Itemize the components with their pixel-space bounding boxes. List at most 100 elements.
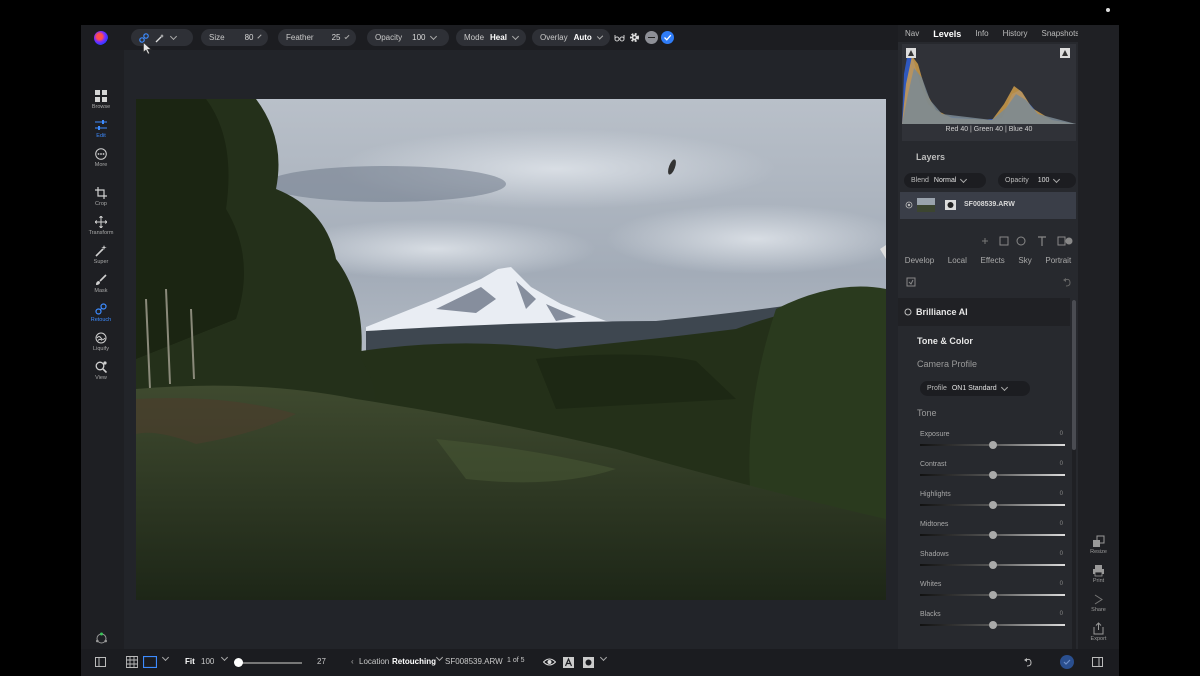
- thumbnail-size-slider[interactable]: [238, 662, 302, 664]
- eye-icon[interactable]: [905, 201, 913, 209]
- slider-knob[interactable]: [988, 531, 997, 539]
- sidebar-item-retouch[interactable]: Retouch: [81, 303, 121, 323]
- slider-blacks[interactable]: Blacks 0: [920, 611, 1065, 633]
- slider-knob[interactable]: [988, 471, 997, 479]
- tab-local[interactable]: Local: [948, 256, 967, 270]
- camera-profile-title[interactable]: Camera Profile: [917, 359, 977, 369]
- chevron-down-icon[interactable]: [599, 653, 608, 662]
- sidebar-item-more[interactable]: More: [81, 148, 121, 168]
- sidebar-item-view[interactable]: View: [81, 361, 121, 381]
- sidebar-item-crop[interactable]: Crop: [81, 187, 121, 207]
- tab-develop[interactable]: Develop: [905, 256, 934, 270]
- print-button[interactable]: Print: [1078, 564, 1119, 584]
- slider-knob[interactable]: [988, 591, 997, 599]
- panel-scrollbar[interactable]: [1072, 300, 1076, 649]
- toggle-left-panel-icon[interactable]: [95, 657, 106, 667]
- sidebar-item-mask[interactable]: Mask: [81, 274, 121, 294]
- profile-select[interactable]: Profile ON1 Standard: [920, 381, 1030, 396]
- slider-track[interactable]: [920, 501, 1065, 509]
- brilliance-ai-row[interactable]: Brilliance AI: [898, 298, 1070, 326]
- scrollbar-thumb[interactable]: [1072, 300, 1076, 450]
- slider-highlights[interactable]: Highlights 0: [920, 491, 1065, 513]
- slider-value: 0: [1059, 551, 1063, 557]
- slider-shadows[interactable]: Shadows 0: [920, 551, 1065, 573]
- power-icon[interactable]: [906, 277, 916, 287]
- grid-view-icon[interactable]: [126, 656, 138, 668]
- overlay-control[interactable]: Overlay Auto: [532, 29, 610, 46]
- sync-icon[interactable]: [95, 632, 108, 645]
- slider-whites[interactable]: Whites 0: [920, 581, 1065, 603]
- share-button[interactable]: Share: [1078, 593, 1119, 613]
- slider-knob[interactable]: [988, 621, 997, 629]
- feather-label: Feather: [286, 33, 314, 42]
- share-label: Share: [1091, 607, 1106, 613]
- tab-info[interactable]: Info: [968, 29, 995, 38]
- slider-knob[interactable]: [988, 441, 997, 449]
- opacity-control[interactable]: Opacity 100: [367, 29, 449, 46]
- layer-row[interactable]: SF008539.ARW: [900, 192, 1076, 219]
- sidebar-item-liquify[interactable]: Liquify: [81, 332, 121, 352]
- tab-history[interactable]: History: [996, 29, 1035, 38]
- undo-icon[interactable]: [1062, 277, 1072, 287]
- slider-exposure[interactable]: Exposure 0: [920, 431, 1065, 453]
- sidebar-item-transform[interactable]: Transform: [81, 216, 121, 236]
- slider-track[interactable]: [920, 441, 1065, 449]
- mode-control[interactable]: Mode Heal: [456, 29, 526, 46]
- shadow-clip-icon[interactable]: [906, 48, 916, 58]
- tab-portrait[interactable]: Portrait: [1045, 256, 1071, 270]
- tone-title[interactable]: Tone: [917, 408, 937, 418]
- slider-knob[interactable]: [234, 658, 243, 667]
- toggle-right-panel-icon[interactable]: [1092, 657, 1103, 667]
- slider-track[interactable]: [920, 531, 1065, 539]
- slider-track[interactable]: [920, 471, 1065, 479]
- slider-track[interactable]: [920, 621, 1065, 629]
- done-button[interactable]: [1060, 655, 1074, 669]
- gear-icon[interactable]: [628, 31, 641, 44]
- chevron-down-icon[interactable]: [161, 653, 170, 662]
- photo-canvas[interactable]: [136, 99, 886, 600]
- layer-opacity-select[interactable]: Opacity 100: [998, 173, 1076, 188]
- sidebar-item-edit[interactable]: Edit: [81, 119, 121, 139]
- toggle-circle-icon[interactable]: [904, 308, 912, 316]
- chevron-left-icon[interactable]: ‹: [351, 657, 354, 666]
- app-logo-icon[interactable]: [94, 31, 108, 45]
- slider-contrast[interactable]: Contrast 0: [920, 461, 1065, 483]
- overlay-value: Auto: [573, 33, 592, 42]
- slider-track[interactable]: [920, 561, 1065, 569]
- slider-midtones[interactable]: Midtones 0: [920, 521, 1065, 543]
- eye-icon[interactable]: [543, 657, 556, 667]
- sidebar-item-super[interactable]: Super: [81, 245, 121, 265]
- tab-sky[interactable]: Sky: [1018, 256, 1031, 270]
- layer-actions[interactable]: [978, 235, 1074, 247]
- feather-control[interactable]: Feather 25: [278, 29, 356, 46]
- sidebar-item-browse[interactable]: Browse: [81, 90, 121, 110]
- rotate-icon[interactable]: [1023, 657, 1033, 667]
- chevron-down-icon[interactable]: [435, 653, 444, 662]
- resize-button[interactable]: Resize: [1078, 535, 1119, 555]
- tab-levels[interactable]: Levels: [926, 29, 968, 39]
- location-value[interactable]: Retouching: [392, 657, 436, 666]
- slider-knob[interactable]: [988, 561, 997, 569]
- slider-track[interactable]: [920, 591, 1065, 599]
- tone-color-title[interactable]: Tone & Color: [917, 336, 973, 346]
- single-view-icon[interactable]: [143, 656, 157, 668]
- tab-nav[interactable]: Nav: [898, 29, 926, 38]
- size-control[interactable]: Size 80: [201, 29, 268, 46]
- chevron-down-icon[interactable]: [220, 653, 229, 662]
- apply-button[interactable]: [661, 31, 674, 44]
- zoom-value[interactable]: 100: [201, 657, 214, 666]
- auto-icon[interactable]: [563, 657, 574, 668]
- glasses-icon[interactable]: [614, 33, 625, 43]
- blend-mode-select[interactable]: Blend Normal: [904, 173, 986, 188]
- mask-overlay-icon[interactable]: [583, 657, 594, 668]
- slider-knob[interactable]: [988, 501, 997, 509]
- reset-button[interactable]: [645, 31, 658, 44]
- slider-value: 0: [1059, 611, 1063, 617]
- highlight-clip-icon[interactable]: [1060, 48, 1070, 58]
- profile-value: ON1 Standard: [951, 385, 997, 392]
- tab-effects[interactable]: Effects: [981, 256, 1005, 270]
- fit-button[interactable]: Fit: [185, 657, 195, 666]
- retouch-tool-selector[interactable]: [131, 29, 193, 46]
- export-button[interactable]: Export: [1078, 622, 1119, 642]
- size-value: 80: [244, 33, 254, 42]
